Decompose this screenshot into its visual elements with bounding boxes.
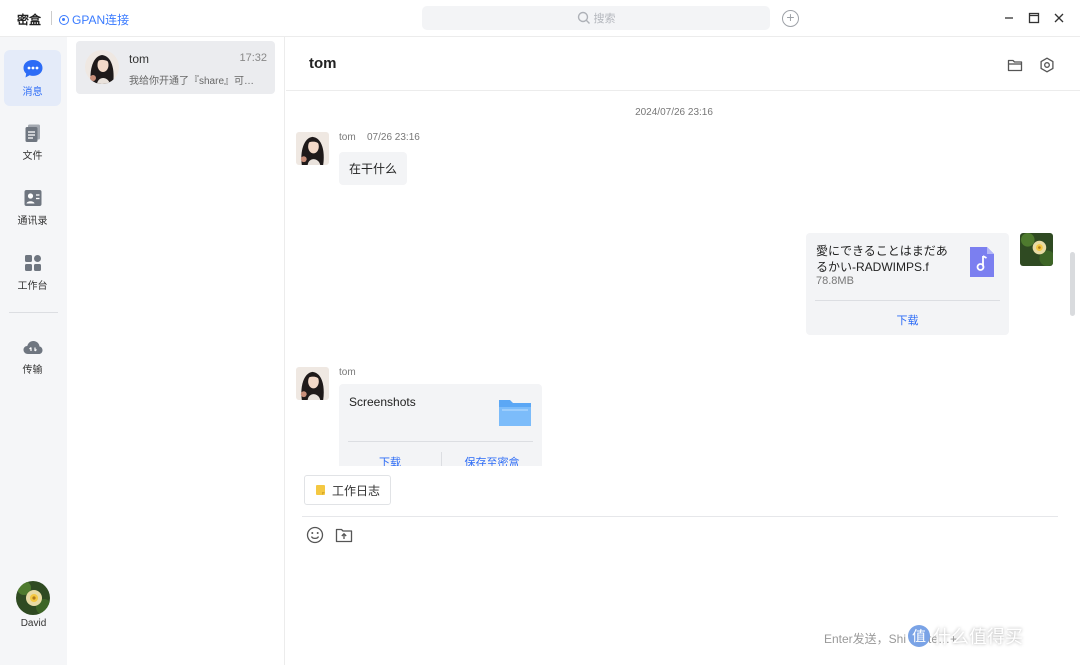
radio-dot-icon bbox=[59, 14, 69, 25]
grid-apps-icon bbox=[24, 254, 41, 271]
sidebar-item-workbench[interactable]: 工作台 bbox=[4, 244, 61, 300]
sidebar-item-label: 工作台 bbox=[17, 280, 48, 292]
avatar bbox=[85, 50, 119, 84]
close-button[interactable] bbox=[1051, 10, 1067, 26]
title-separator bbox=[51, 11, 52, 25]
cloud-transfer-icon bbox=[23, 340, 42, 354]
search-input[interactable]: 搜索 bbox=[422, 6, 770, 30]
conversation-name: tom bbox=[129, 52, 150, 66]
audio-file-icon bbox=[970, 247, 994, 277]
sidebar-item-contacts[interactable]: 通讯录 bbox=[4, 179, 61, 235]
user-name: David bbox=[20, 618, 47, 629]
flower-avatar-image bbox=[16, 581, 50, 615]
send-hint-text: Enter发送，Shi bbox=[824, 632, 907, 646]
folder-message-card[interactable]: Screenshots 下载 保存至密盒 bbox=[339, 384, 542, 466]
file-name: 愛にできることはまだあるかい-RADWIMPS.f bbox=[816, 244, 948, 274]
message-sender: tom bbox=[339, 132, 356, 143]
sidebar-divider bbox=[9, 312, 58, 313]
upload-button[interactable] bbox=[335, 526, 353, 544]
app-window: 密盒 GPAN连接 搜索 + 消息 文件 通讯录 工作台 传输 David to… bbox=[0, 0, 1080, 665]
file-card-divider bbox=[348, 441, 533, 442]
chat-title: tom bbox=[309, 55, 337, 72]
chat-header: tom bbox=[286, 37, 1080, 91]
folder-icon bbox=[499, 400, 531, 426]
watermark-badge: 值 bbox=[908, 625, 930, 647]
work-log-label: 工作日志 bbox=[332, 483, 381, 498]
sidebar-item-label: 传输 bbox=[22, 364, 43, 376]
search-placeholder: 搜索 bbox=[593, 13, 616, 25]
maximize-icon bbox=[1028, 12, 1040, 24]
watermark-text: 什么值得买 bbox=[933, 627, 1023, 647]
sidebar-item-label: 文件 bbox=[22, 150, 43, 162]
gpan-connect-link[interactable]: GPAN连接 bbox=[59, 11, 129, 28]
minimize-icon bbox=[1005, 17, 1013, 19]
search-icon bbox=[577, 11, 590, 24]
document-icon bbox=[25, 124, 40, 142]
conversation-preview: 我给你开通了『share』可… bbox=[129, 76, 255, 87]
file-size: 78.8MB bbox=[816, 275, 854, 287]
upload-folder-icon bbox=[335, 528, 353, 543]
close-icon bbox=[1054, 13, 1064, 23]
download-link[interactable]: 下载 bbox=[339, 454, 441, 466]
avatar[interactable] bbox=[296, 367, 329, 400]
title-bar: 密盒 GPAN连接 搜索 + bbox=[0, 0, 1080, 37]
flower-avatar-image bbox=[1020, 233, 1053, 266]
sidebar-item-transfer[interactable]: 传输 bbox=[4, 329, 61, 385]
message-composer: 工作日志 Enter发送，Shi te…+ 值 什么值得买 bbox=[286, 466, 1080, 665]
message-list[interactable]: 2024/07/26 23:16 tom 07/26 23:16 在干什么 愛に… bbox=[286, 92, 1080, 466]
chat-bubble-icon bbox=[23, 59, 42, 77]
sidebar-item-messages[interactable]: 消息 bbox=[4, 50, 61, 106]
avatar[interactable] bbox=[1020, 233, 1053, 266]
folder-button[interactable] bbox=[1007, 57, 1023, 73]
contacts-icon bbox=[24, 189, 41, 206]
maximize-button[interactable] bbox=[1026, 10, 1042, 26]
gpan-connect-label: GPAN连接 bbox=[72, 13, 130, 27]
chat-panel: tom 2024/07/26 23:16 tom 07/26 23:16 在干什… bbox=[286, 37, 1080, 665]
conversation-item[interactable]: tom 17:32 我给你开通了『share』可… bbox=[76, 41, 275, 94]
download-link[interactable]: 下载 bbox=[806, 312, 1009, 328]
girl-avatar-image bbox=[296, 367, 329, 400]
site-watermark: 值 什么值得买 bbox=[908, 623, 1023, 649]
save-to-box-link[interactable]: 保存至密盒 bbox=[442, 454, 542, 466]
scrollbar[interactable] bbox=[1070, 252, 1075, 316]
folder-icon bbox=[1007, 59, 1023, 72]
emoji-button[interactable] bbox=[306, 526, 324, 544]
app-name: 密盒 bbox=[17, 13, 42, 27]
gear-icon bbox=[1040, 57, 1054, 73]
add-button[interactable]: + bbox=[782, 10, 799, 27]
sidebar-item-files[interactable]: 文件 bbox=[4, 114, 61, 170]
conversation-time: 17:32 bbox=[239, 52, 267, 64]
conversation-list: tom 17:32 我给你开通了『share』可… bbox=[67, 37, 285, 665]
message-bubble[interactable]: 在干什么 bbox=[339, 152, 408, 185]
message-time: 07/26 23:16 bbox=[367, 132, 420, 143]
composer-divider bbox=[302, 516, 1058, 517]
minimize-button[interactable] bbox=[1001, 10, 1017, 26]
nav-sidebar: 消息 文件 通讯录 工作台 传输 David bbox=[0, 37, 67, 665]
sidebar-item-label: 消息 bbox=[22, 86, 43, 98]
file-message-card[interactable]: 愛にできることはまだあるかい-RADWIMPS.f 78.8MB 下载 bbox=[806, 233, 1009, 335]
girl-avatar-image bbox=[85, 50, 119, 84]
settings-button[interactable] bbox=[1039, 57, 1055, 73]
girl-avatar-image bbox=[296, 132, 329, 165]
smiley-icon bbox=[306, 526, 324, 544]
user-avatar[interactable] bbox=[16, 581, 50, 615]
file-card-divider bbox=[815, 300, 1000, 301]
avatar[interactable] bbox=[296, 132, 329, 165]
work-log-button[interactable]: 工作日志 bbox=[304, 475, 392, 505]
folder-name: Screenshots bbox=[349, 395, 416, 409]
sidebar-item-label: 通讯录 bbox=[17, 215, 48, 227]
date-separator: 2024/07/26 23:16 bbox=[635, 107, 713, 118]
note-icon bbox=[316, 485, 325, 495]
message-sender: tom bbox=[339, 367, 356, 378]
